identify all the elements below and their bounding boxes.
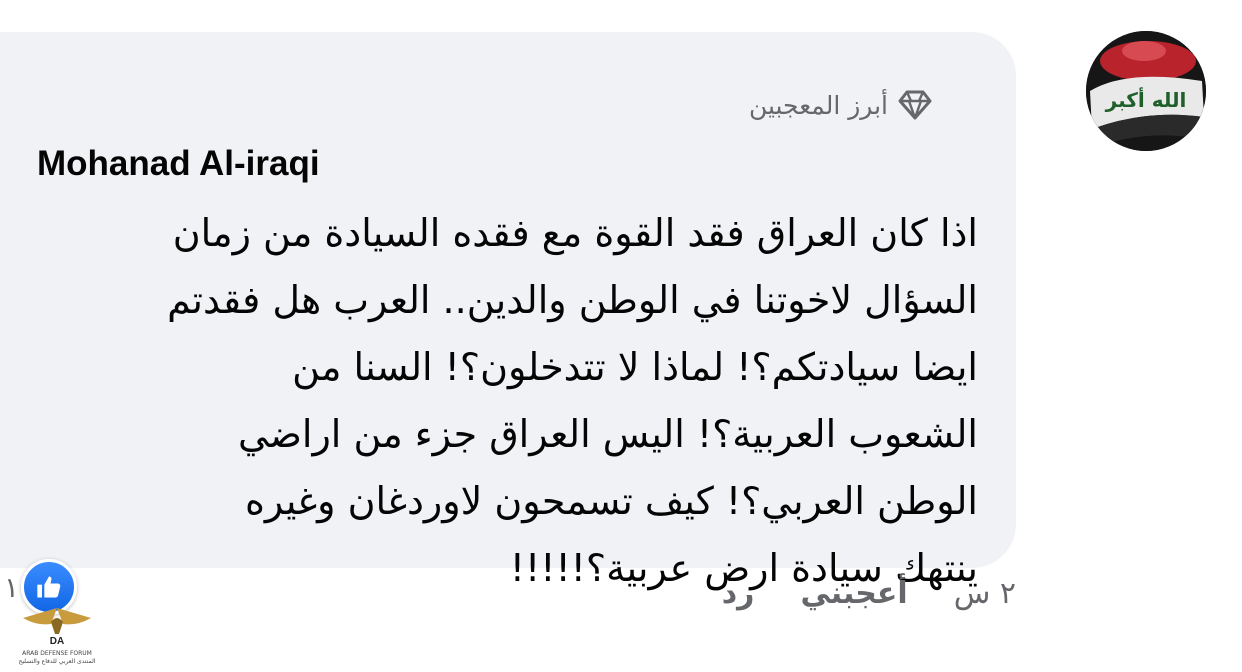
- comment-bubble: أبرز المعجبين Mohanad Al-iraqi اذا كان ا…: [0, 32, 1016, 590]
- watermark-line2: المنتدى العربي للدفاع والتسليح: [18, 658, 96, 665]
- top-fan-badge: أبرز المعجبين: [749, 90, 932, 120]
- avatar[interactable]: الله أكبر: [1086, 31, 1206, 151]
- eagle-icon: DA: [23, 608, 91, 647]
- diamond-icon: [898, 90, 932, 120]
- watermark-logo-text: DA: [50, 636, 64, 646]
- reaction-count: ١: [4, 570, 20, 604]
- avatar-text: الله أكبر: [1105, 86, 1187, 112]
- reply-button[interactable]: رد: [722, 576, 755, 611]
- avatar-image: الله أكبر: [1086, 31, 1206, 151]
- watermark-line1: ARAB DEFENSE FORUM: [22, 650, 92, 657]
- timestamp[interactable]: ٢ س: [954, 576, 1016, 611]
- comment-text: اذا كان العراق فقد القوة مع فقده السيادة…: [167, 211, 978, 590]
- comment-actions: ٢ س أعجبني رد: [722, 576, 1016, 611]
- watermark-logo: DA ARAB DEFENSE FORUM المنتدى العربي للد…: [12, 600, 102, 672]
- like-button[interactable]: أعجبني: [800, 576, 907, 611]
- comment-author[interactable]: Mohanad Al-iraqi: [37, 144, 320, 184]
- top-fan-label: أبرز المعجبين: [748, 90, 888, 120]
